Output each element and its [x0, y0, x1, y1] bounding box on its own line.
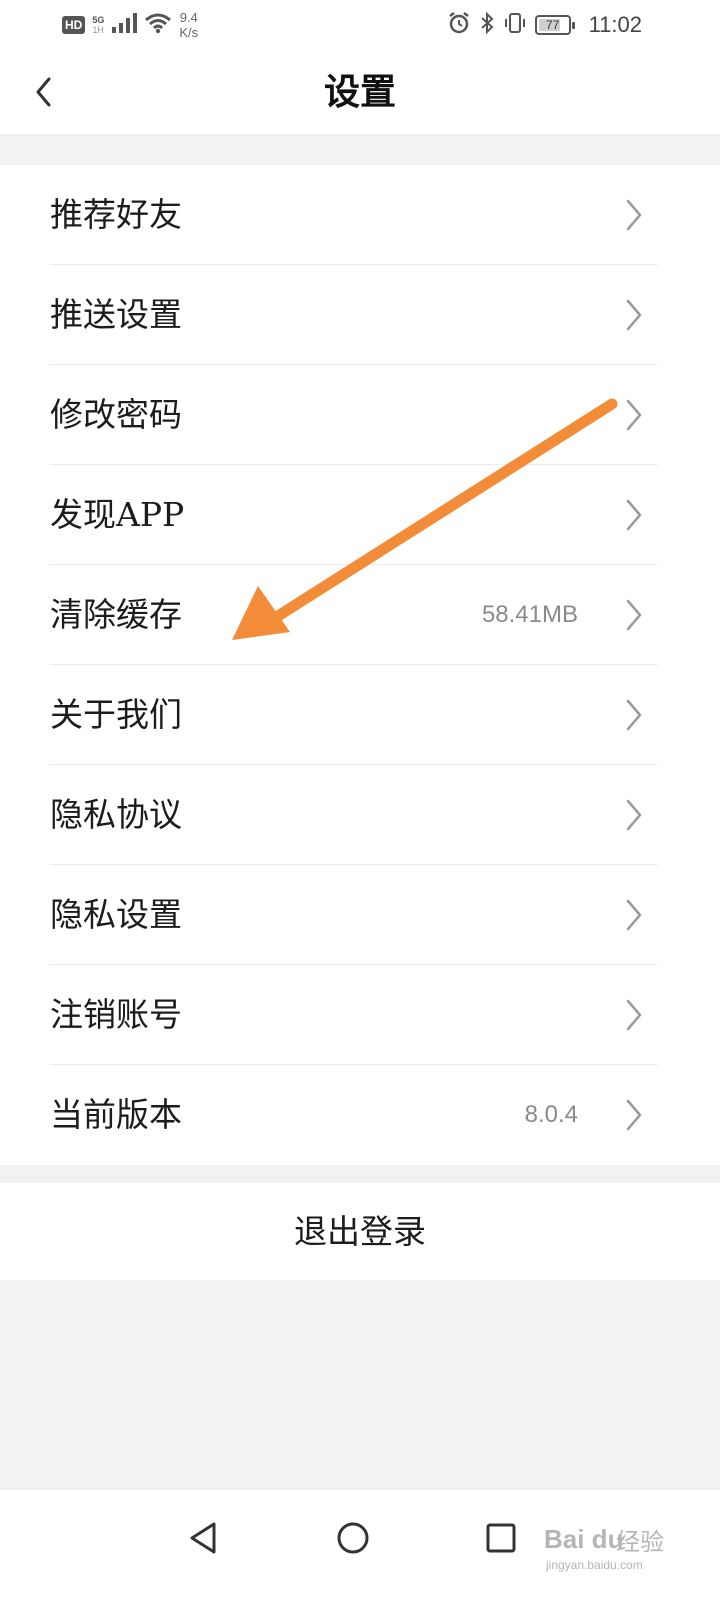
settings-row-value: 58.41MB: [481, 601, 578, 628]
network-type-label: 5G: [92, 15, 105, 25]
title-bar: 设置: [0, 50, 720, 134]
nav-recent-button[interactable]: [472, 1508, 532, 1568]
settings-row[interactable]: 隐私设置: [0, 865, 720, 965]
chevron-right-icon: [626, 799, 642, 831]
settings-row-label: 隐私协议: [50, 795, 182, 834]
watermark-brand-suffix: 经验: [616, 1528, 664, 1556]
vibrate-icon: [503, 11, 527, 39]
watermark: Bai du 经验 jingyan.baidu.com: [540, 1518, 690, 1578]
battery-level: 77: [545, 18, 560, 32]
settings-row[interactable]: 当前版本 8.0.4: [0, 1065, 720, 1165]
chevron-right-icon: [626, 1099, 642, 1131]
settings-row[interactable]: 推荐好友: [0, 165, 720, 265]
clock: 11:02: [588, 12, 642, 37]
settings-row[interactable]: 清除缓存 58.41MB: [0, 565, 720, 665]
settings-row-label: 注销账号: [50, 995, 182, 1034]
logout-label: 退出登录: [294, 1212, 426, 1251]
settings-row-label: 隐私设置: [50, 895, 182, 934]
network-speed: 9.4 K/s: [179, 10, 198, 40]
network-type: 5G 1H: [92, 15, 104, 35]
settings-row-label: 推荐好友: [50, 195, 182, 234]
network-sub-label: 1H: [92, 25, 104, 35]
nav-home-button[interactable]: [330, 1508, 390, 1568]
settings-row-label: 关于我们: [50, 695, 182, 734]
chevron-right-icon: [626, 999, 642, 1031]
watermark-brand: Bai du: [544, 1524, 624, 1554]
speed-unit: K/s: [179, 25, 199, 40]
status-left: HD 5G 1H 9.4 K/s: [62, 8, 198, 42]
nav-back-button[interactable]: [174, 1508, 234, 1568]
bluetooth-icon: [479, 11, 495, 39]
settings-row-label: 修改密码: [50, 395, 182, 434]
alarm-icon: [447, 11, 471, 39]
settings-row-label: 清除缓存: [50, 595, 182, 634]
logout-button[interactable]: 退出登录: [0, 1183, 720, 1280]
chevron-right-icon: [626, 699, 642, 731]
status-right: 77 11:02: [447, 8, 642, 42]
chevron-right-icon: [626, 399, 642, 431]
chevron-right-icon: [626, 899, 642, 931]
settings-row[interactable]: 注销账号: [0, 965, 720, 1065]
settings-row[interactable]: 关于我们: [0, 665, 720, 765]
nav-recent-icon: [486, 1523, 516, 1553]
battery-icon: 77: [534, 15, 575, 35]
settings-row[interactable]: 推送设置: [0, 265, 720, 365]
settings-list: 推荐好友推送设置修改密码发现APP 清除缓存 58.41MB 关于我们隐私协议隐私设置…: [0, 165, 720, 1165]
settings-row-value: 8.0.4: [524, 1101, 578, 1128]
settings-row-label: 当前版本: [50, 1095, 182, 1134]
wifi-icon: [144, 12, 172, 38]
chevron-right-icon: [626, 499, 642, 531]
speed-value: 9.4: [179, 10, 198, 25]
signal-icon: [111, 12, 138, 38]
hd-badge: HD: [62, 16, 86, 34]
status-bar: HD 5G 1H 9.4 K/s 77 11:02: [0, 0, 720, 50]
settings-row[interactable]: 修改密码: [0, 365, 720, 465]
chevron-right-icon: [626, 299, 642, 331]
settings-row[interactable]: 发现APP: [0, 465, 720, 565]
watermark-url: jingyan.baidu.com: [546, 1558, 643, 1572]
settings-row[interactable]: 隐私协议: [0, 765, 720, 865]
chevron-right-icon: [626, 199, 642, 231]
settings-row-label: 发现APP: [50, 495, 185, 534]
nav-back-icon: [190, 1522, 216, 1554]
settings-row-label: 推送设置: [50, 295, 182, 334]
page-title: 设置: [323, 71, 396, 113]
chevron-right-icon: [626, 599, 642, 631]
nav-home-icon: [337, 1522, 369, 1554]
